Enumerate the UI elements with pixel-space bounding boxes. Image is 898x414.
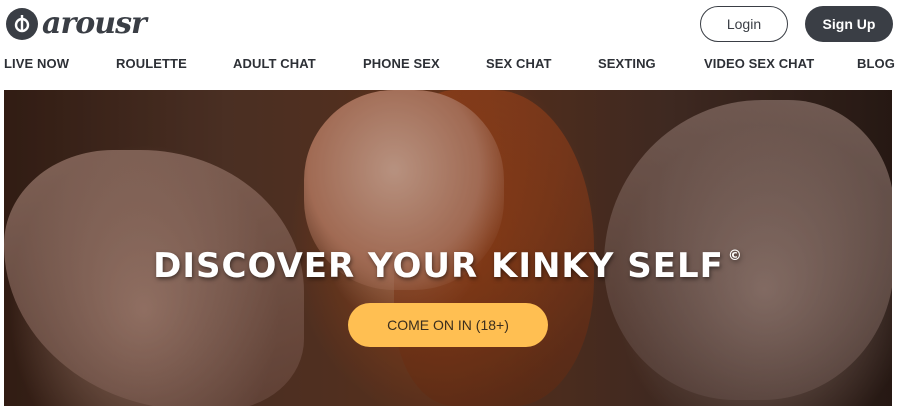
nav-item-phone-sex[interactable]: PHONE SEX [363, 56, 440, 71]
nav-item-sexting[interactable]: SEXTING [598, 56, 656, 71]
site-logo[interactable]: arousr [6, 6, 147, 41]
nav-item-adult-chat[interactable]: ADULT CHAT [233, 56, 316, 71]
nav-item-roulette[interactable]: ROULETTE [116, 56, 187, 71]
logo-mark-icon [6, 8, 38, 40]
nav-item-blog[interactable]: BLOG [857, 56, 895, 71]
hero-banner: DISCOVER YOUR KINKY SELF © COME ON IN (18… [4, 90, 892, 406]
logo-text: arousr [42, 6, 147, 41]
signup-button[interactable]: Sign Up [805, 6, 893, 42]
nav-item-sex-chat[interactable]: SEX CHAT [486, 56, 552, 71]
hero-title-text: DISCOVER YOUR KINKY SELF [153, 246, 724, 286]
hero-title: DISCOVER YOUR KINKY SELF © [4, 246, 892, 286]
login-button[interactable]: Login [700, 6, 788, 42]
come-on-in-button[interactable]: COME ON IN (18+) [348, 303, 548, 347]
nav-item-live-now[interactable]: LIVE NOW [4, 56, 69, 71]
main-nav: LIVE NOW ROULETTE ADULT CHAT PHONE SEX S… [0, 52, 898, 78]
nav-item-video-sex-chat[interactable]: VIDEO SEX CHAT [704, 56, 814, 71]
site-header: arousr Login Sign Up [0, 0, 898, 48]
copyright-mark: © [727, 248, 743, 264]
